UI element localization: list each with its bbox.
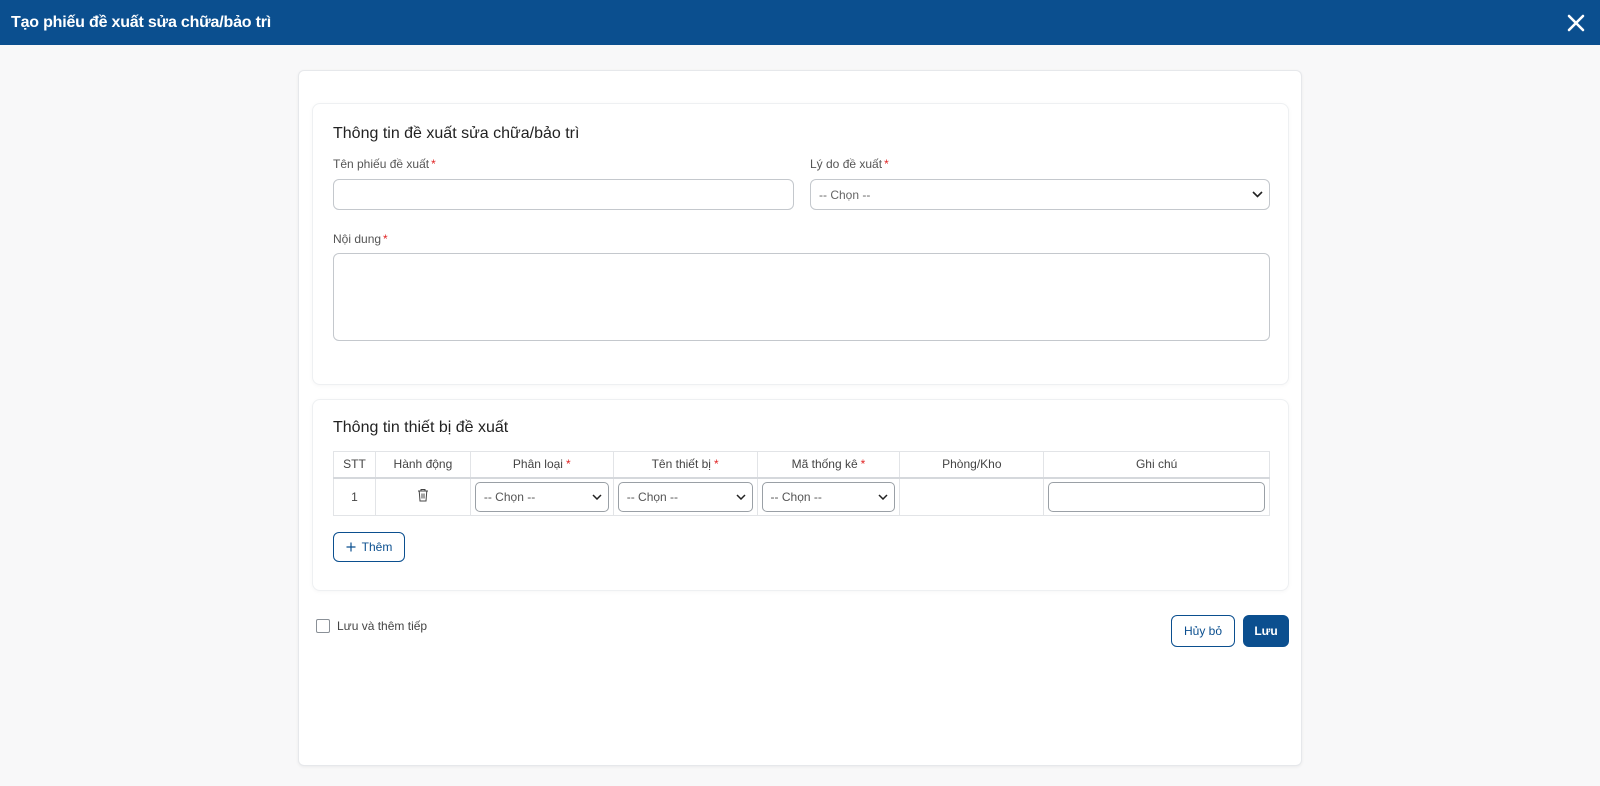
column-header-action: Hành động <box>374 451 471 479</box>
trash-icon <box>417 489 428 502</box>
delete-row-button[interactable] <box>417 488 429 502</box>
row-action-cell <box>374 477 471 516</box>
device-info-heading: Thông tin thiết bị đề xuất <box>333 419 509 436</box>
save-and-continue-option[interactable]: Lưu và thêm tiếp <box>316 619 427 633</box>
row-stat-code-cell: -- Chọn -- <box>756 477 901 516</box>
proposal-reason-select[interactable]: -- Chọn -- <box>810 179 1270 210</box>
proposal-name-label: Tên phiếu đề xuất * <box>333 157 436 171</box>
cancel-button[interactable]: Hủy bỏ <box>1171 615 1235 647</box>
stat-code-select[interactable]: -- Chọn -- <box>761 481 896 512</box>
column-header-stat-code: Mã thống kê * <box>756 451 901 479</box>
required-mark: * <box>431 157 436 171</box>
chevron-down-icon <box>735 491 747 503</box>
plus-icon <box>346 542 356 552</box>
row-note-cell <box>1043 477 1270 516</box>
column-header-note: Ghi chú <box>1043 451 1270 479</box>
table-row: 1 -- Chọn -- -- Chọn -- -- Chọn -- <box>333 477 1270 516</box>
required-mark: * <box>860 457 866 472</box>
required-mark: * <box>884 157 889 171</box>
table-header-row: STT Hành động Phân loại * Tên thiết bị * M… <box>333 451 1270 479</box>
device-table: STT Hành động Phân loại * Tên thiết bị * M… <box>333 451 1270 516</box>
proposal-name-input[interactable] <box>333 179 794 210</box>
note-input[interactable] <box>1048 481 1265 512</box>
device-name-select[interactable]: -- Chọn -- <box>617 481 753 512</box>
add-row-button[interactable]: Thêm <box>333 532 405 562</box>
content-textarea[interactable] <box>333 253 1270 341</box>
row-room-cell <box>899 477 1045 516</box>
column-header-room: Phòng/Kho <box>899 451 1045 479</box>
form-sheet: Thông tin đề xuất sửa chữa/bảo trì Tên p… <box>298 70 1302 766</box>
chevron-down-icon <box>877 491 889 503</box>
proposal-info-card: Thông tin đề xuất sửa chữa/bảo trì Tên p… <box>312 103 1289 385</box>
dialog-header: Tạo phiếu đề xuất sửa chữa/bảo trì <box>0 0 1600 45</box>
column-header-device-name: Tên thiết bị * <box>612 451 758 479</box>
add-row-label: Thêm <box>361 540 393 554</box>
proposal-reason-label: Lý do đề xuất * <box>810 157 889 171</box>
device-info-card: Thông tin thiết bị đề xuất STT Hành động… <box>312 399 1289 591</box>
required-mark: * <box>565 457 571 472</box>
row-category-cell: -- Chọn -- <box>469 477 614 516</box>
row-stt: 1 <box>333 477 376 516</box>
proposal-reason-selected: -- Chọn -- <box>819 187 871 202</box>
proposal-info-heading: Thông tin đề xuất sửa chữa/bảo trì <box>333 125 580 142</box>
chevron-down-icon <box>591 491 603 503</box>
save-button[interactable]: Lưu <box>1243 615 1289 647</box>
content-label: Nội dung * <box>333 232 388 246</box>
chevron-down-icon <box>1251 189 1263 201</box>
save-and-continue-checkbox[interactable] <box>316 619 330 633</box>
row-device-name-cell: -- Chọn -- <box>612 477 758 516</box>
column-header-stt: STT <box>333 451 376 479</box>
required-mark: * <box>713 457 719 472</box>
save-and-continue-label: Lưu và thêm tiếp <box>337 619 428 633</box>
column-header-category: Phân loại * <box>469 451 614 479</box>
category-select[interactable]: -- Chọn -- <box>474 481 609 512</box>
dialog-title: Tạo phiếu đề xuất sửa chữa/bảo trì <box>11 13 271 31</box>
required-mark: * <box>383 232 388 246</box>
close-icon <box>1567 14 1585 31</box>
close-button[interactable] <box>1562 9 1590 37</box>
